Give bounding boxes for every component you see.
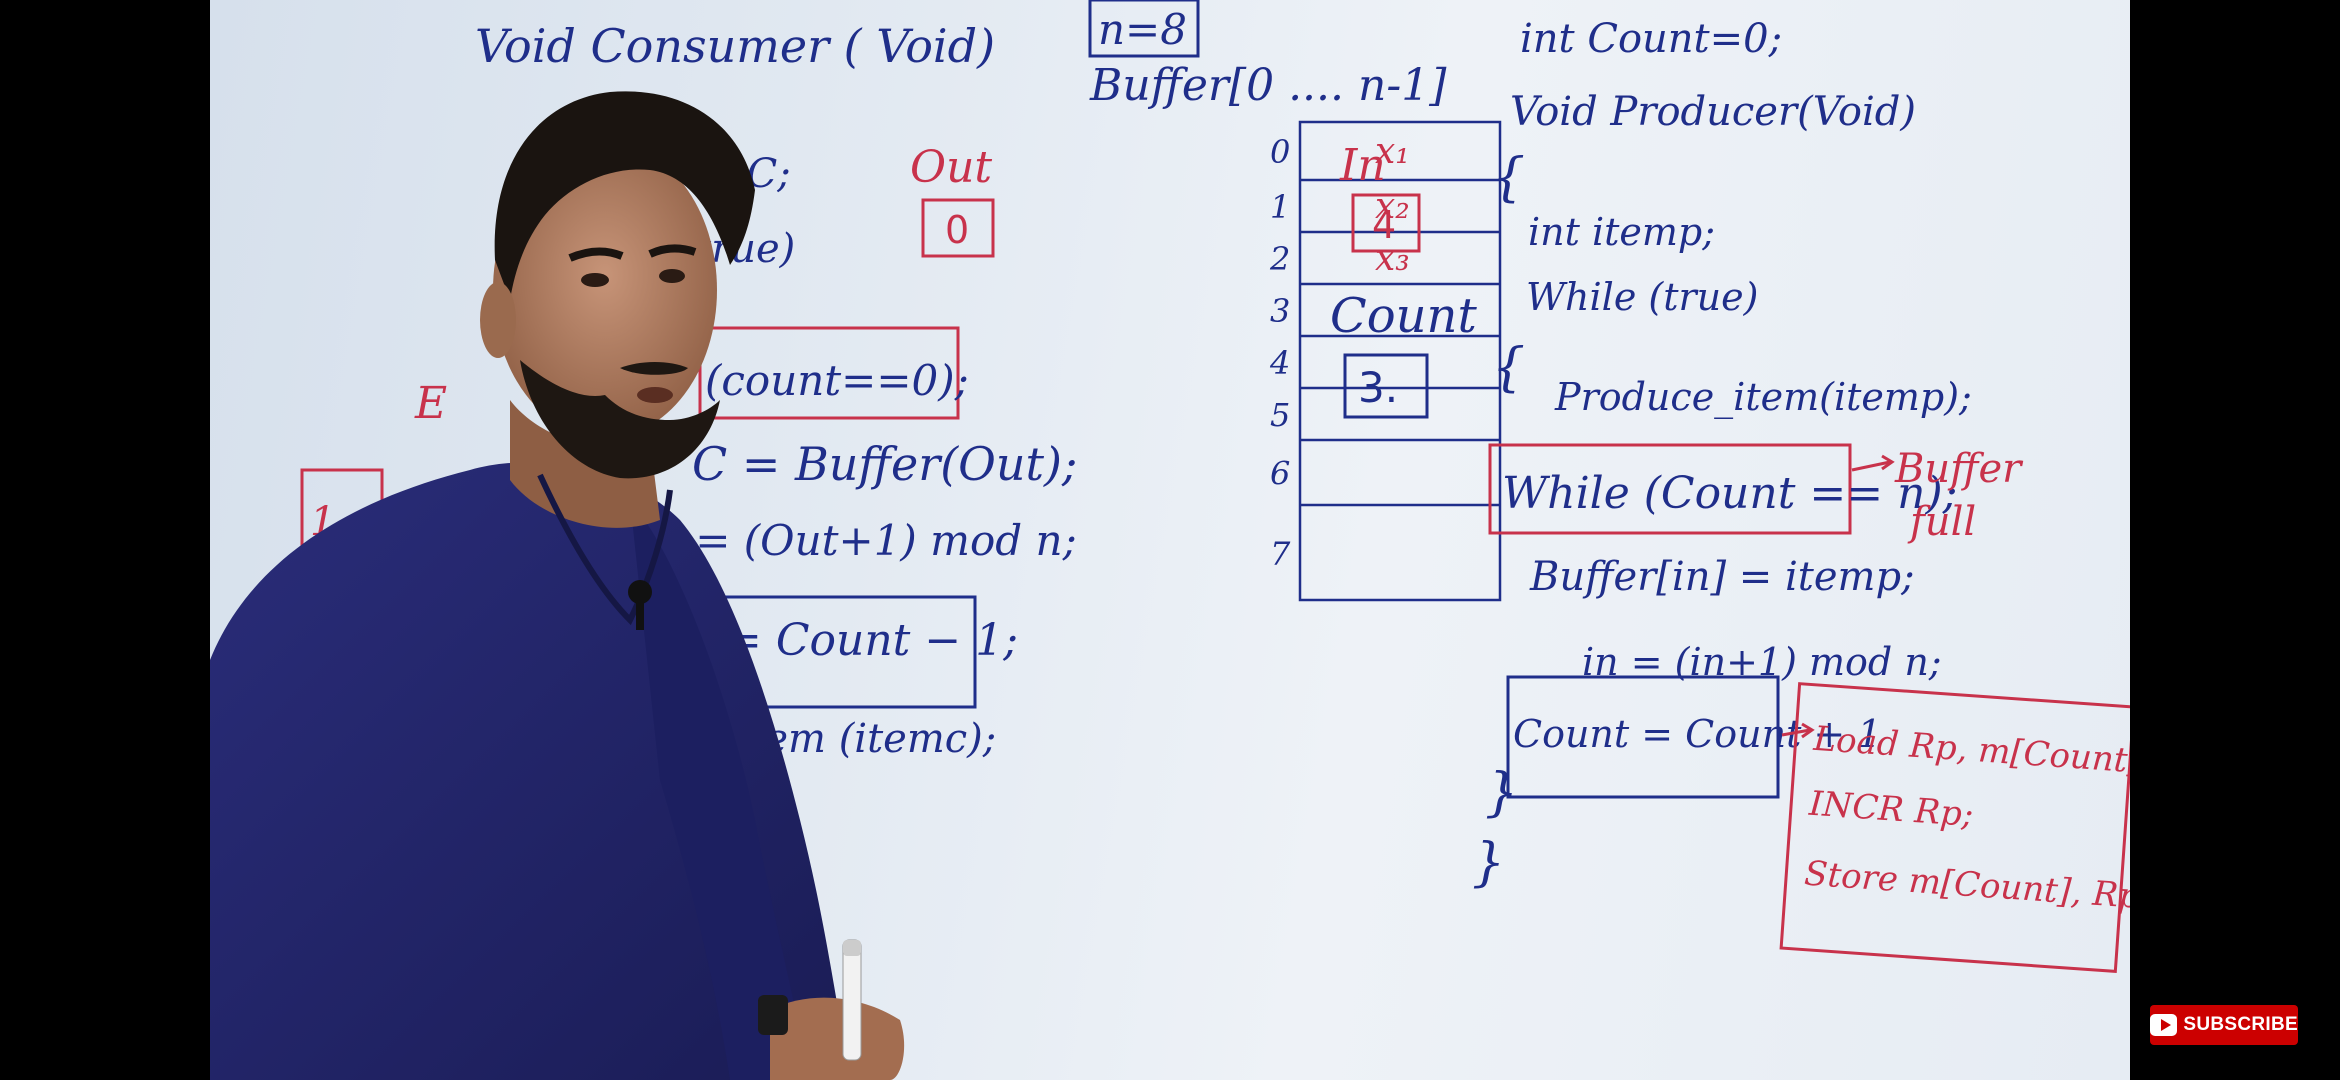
youtube-play-icon <box>2150 1014 2178 1036</box>
producer-brace-close-2: } <box>1472 833 1505 893</box>
buffer-full-note-2: full <box>1907 499 1976 545</box>
video-frame[interactable]: Void Consumer ( Void) emC; true) C = Buf… <box>210 0 2130 1080</box>
consumer-buffer-read: C = Buffer(Out); <box>692 437 1077 491</box>
in-label: In <box>1339 140 1386 191</box>
producer-brace-open-2: { <box>1492 338 1525 398</box>
producer-int-item: int itemp; <box>1528 210 1715 254</box>
buffer-index: 2 <box>1269 240 1290 278</box>
assembly-store: Store m[Count], Rp; <box>1803 854 2130 918</box>
assembly-load: Load Rp, m[Count]; <box>1811 719 2130 783</box>
producer-while-true: While (true) <box>1526 275 1758 319</box>
presenter <box>210 91 905 1080</box>
consumer-title: Void Consumer ( Void) <box>475 19 995 73</box>
producer-brace-close-1: } <box>1485 763 1518 823</box>
producer-while-count: While (Count == n); <box>1502 468 1957 519</box>
buffer-full-note-1: Buffer <box>1894 446 2024 492</box>
out-label: Out <box>910 142 992 193</box>
consumer-count-decrement: = Count − 1; <box>725 615 1018 666</box>
buffer-index: 3 <box>1270 292 1290 330</box>
buffer-index: 5 <box>1270 396 1290 434</box>
producer-int-count: int Count=0; <box>1520 16 1782 62</box>
out-value: 0 <box>945 208 969 252</box>
n-label: n=8 <box>1098 5 1187 54</box>
subscribe-label: SUBSCRIBE <box>2183 1014 2298 1035</box>
assembly-incr: INCR Rp; <box>1807 784 1975 835</box>
producer-produce-item: Produce_item(itemp); <box>1554 375 1972 420</box>
count-label: Count <box>1330 288 1477 344</box>
subscribe-button[interactable]: SUBSCRIBE <box>2150 1005 2298 1045</box>
consumer-out-update: t = (Out+1) mod n; <box>665 516 1077 565</box>
in-value: 4 <box>1372 203 1396 247</box>
consumer-brace-partial: E <box>414 378 447 429</box>
consumer-while-count: (count==0); <box>705 356 969 405</box>
buffer-index: 1 <box>1270 188 1290 226</box>
count-value: 3. <box>1358 363 1398 412</box>
buffer-index: 6 <box>1270 455 1290 493</box>
producer-brace-open-1: { <box>1492 148 1525 208</box>
whiteboard: Void Consumer ( Void) emC; true) C = Buf… <box>210 0 2130 1080</box>
buffer-index: 7 <box>1270 535 1291 573</box>
producer-buffer-write: Buffer[in] = itemp; <box>1529 554 1915 600</box>
producer-title: Void Producer(Void) <box>1510 89 1916 135</box>
buffer-index: 0 <box>1270 133 1290 171</box>
buffer-index: 4 <box>1269 344 1290 382</box>
buffer-declaration: Buffer[0 .... n-1] <box>1089 60 1447 111</box>
buffer-indices: 0 1 2 3 4 5 6 7 <box>1269 133 1291 573</box>
